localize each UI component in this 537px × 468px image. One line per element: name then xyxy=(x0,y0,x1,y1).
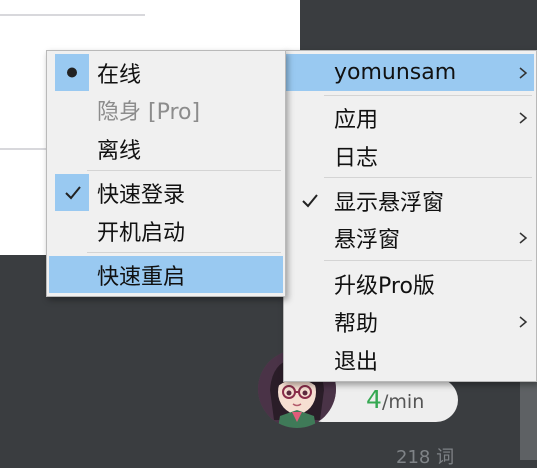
menu-item-label: 快速重启 xyxy=(97,264,186,290)
account-submenu: 在线 隐身 [Pro] 离线 快速登录 开机启动 快速重启 xyxy=(46,50,286,297)
checkmark-icon xyxy=(292,182,326,219)
menu-item-label: yomunsam xyxy=(334,60,457,85)
menu-item-upgrade-pro[interactable]: 升级Pro版 xyxy=(286,265,534,302)
menu-separator xyxy=(324,177,532,178)
menu-item-label: 在线 xyxy=(97,62,142,88)
menu-separator xyxy=(87,252,281,253)
menu-item-apps[interactable]: 应用 xyxy=(286,99,534,136)
chevron-right-icon xyxy=(518,303,528,340)
menu-item-account[interactable]: yomunsam xyxy=(286,54,534,91)
background-divider xyxy=(0,14,145,16)
menu-item-exit[interactable]: 退出 xyxy=(286,341,534,378)
menu-item-label: 快速登录 xyxy=(97,182,186,208)
menu-item-online[interactable]: 在线 xyxy=(49,54,283,91)
checkmark-icon xyxy=(55,174,89,211)
menu-item-show-float-window[interactable]: 显示悬浮窗 xyxy=(286,182,534,219)
menu-item-quick-login[interactable]: 快速登录 xyxy=(49,174,283,211)
menu-item-label: 隐身 [Pro] xyxy=(97,99,201,125)
tray-context-menu: yomunsam 应用 日志 显示悬浮窗 悬浮窗 升级Pro版 帮助 退出 xyxy=(283,50,537,382)
speed-unit: /min xyxy=(382,391,425,413)
menu-item-log[interactable]: 日志 xyxy=(286,137,534,174)
bullet-icon xyxy=(55,54,89,91)
menu-item-quick-restart[interactable]: 快速重启 xyxy=(49,256,283,293)
menu-item-float-window[interactable]: 悬浮窗 xyxy=(286,219,534,256)
menu-item-label: 帮助 xyxy=(334,311,379,337)
chevron-right-icon xyxy=(518,99,528,136)
menu-item-label: 开机启动 xyxy=(97,220,186,246)
menu-item-invisible: 隐身 [Pro] xyxy=(49,91,283,128)
menu-item-label: 悬浮窗 xyxy=(334,227,401,253)
menu-item-label: 日志 xyxy=(334,145,379,171)
menu-separator xyxy=(324,95,532,96)
menu-item-help[interactable]: 帮助 xyxy=(286,303,534,340)
word-count-text: 218 词 xyxy=(396,447,455,468)
chevron-right-icon xyxy=(518,54,528,91)
menu-item-label: 显示悬浮窗 xyxy=(334,190,445,216)
menu-separator xyxy=(324,260,532,261)
chevron-right-icon xyxy=(518,219,528,256)
menu-item-launch-at-startup[interactable]: 开机启动 xyxy=(49,212,283,249)
scrollbar-track[interactable] xyxy=(520,370,537,460)
menu-item-label: 应用 xyxy=(334,107,379,133)
menu-item-label: 离线 xyxy=(97,138,142,164)
speed-value: 4 xyxy=(366,385,382,414)
background-document-panel-top xyxy=(145,0,300,50)
menu-item-label: 升级Pro版 xyxy=(334,273,435,299)
menu-item-label: 退出 xyxy=(334,349,379,375)
menu-separator xyxy=(87,170,281,171)
menu-item-offline[interactable]: 离线 xyxy=(49,130,283,167)
